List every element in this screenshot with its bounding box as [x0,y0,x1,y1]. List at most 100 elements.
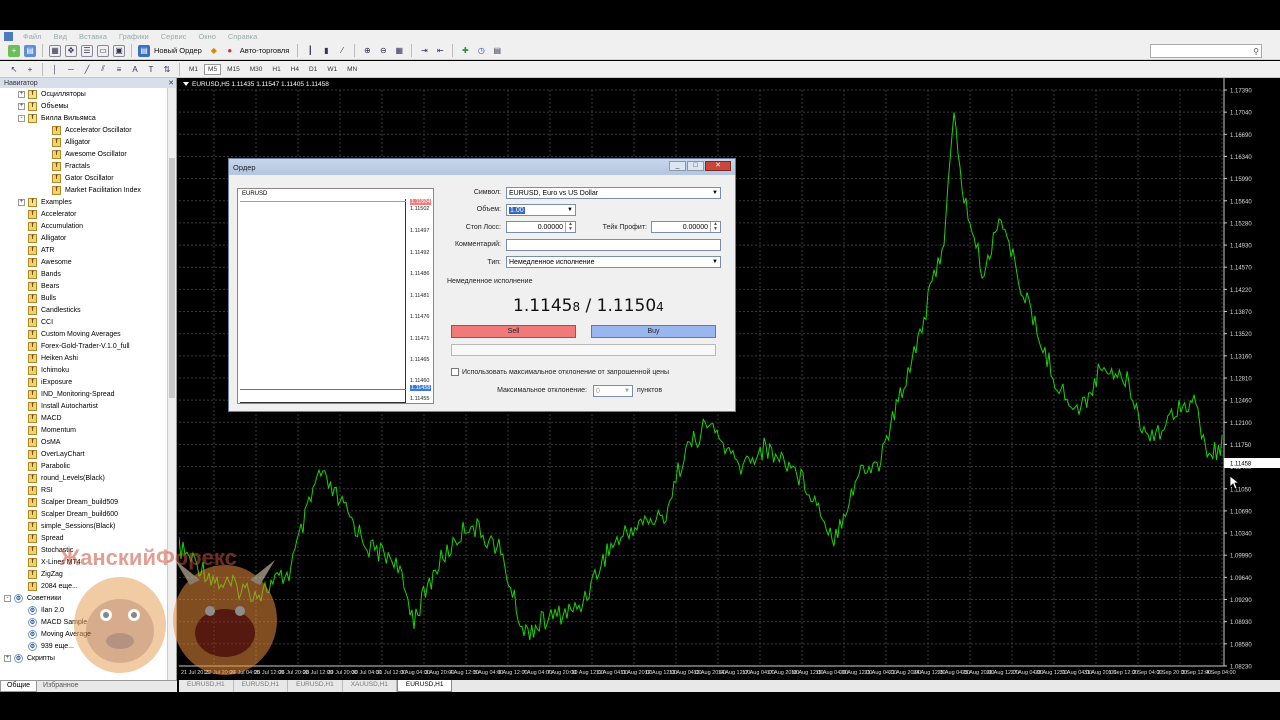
tab-favorites[interactable]: Избранное [37,681,84,692]
navigator-item[interactable]: f Accelerator Oscillator [0,124,168,136]
navigator-item[interactable]: f ZigZag [0,568,168,580]
navigator-item[interactable]: f 2084 еще... [0,580,168,592]
chart-shift-icon[interactable]: ⇤ [434,45,446,57]
sell-button[interactable]: Sell [451,325,576,338]
search-input[interactable]: ⚲ [1150,44,1262,58]
scrollbar-thumb[interactable] [169,158,175,398]
navigator-item[interactable]: f CCI [0,316,168,328]
periods-icon[interactable]: ◷ [475,45,487,57]
new-order-button[interactable]: Новый Ордер [154,46,202,55]
label-icon[interactable]: T [145,63,157,75]
arrows-icon[interactable]: ⇅ [161,63,173,75]
close-button[interactable]: ✕ [705,161,731,171]
cursor-icon[interactable]: ↖ [8,63,20,75]
tester-icon[interactable]: ▣ [113,44,125,57]
navigator-item[interactable]: f Candlesticks [0,304,168,316]
profiles-icon[interactable]: ▤ [24,44,36,57]
metaeditor-icon[interactable]: ◆ [208,45,220,57]
navigator-item[interactable]: f Forex-Gold-Trader-V.1.0_full [0,340,168,352]
menu-view[interactable]: Вид [53,32,67,41]
navigator-item[interactable]: f Heiken Ashi [0,352,168,364]
search-icon[interactable]: ⚲ [1253,47,1259,56]
fibonacci-icon[interactable]: ≡ [113,63,125,75]
navigator-item[interactable]: - f Билла Вильямса [0,112,168,124]
menu-insert[interactable]: Вставка [79,32,107,41]
navigator-item[interactable]: f Momentum [0,424,168,436]
expand-icon[interactable]: + [4,654,11,662]
collapse-icon[interactable]: - [18,114,25,122]
navigator-item[interactable]: f Parabolic [0,460,168,472]
navigator-item[interactable]: f RSI [0,484,168,496]
navigator-item[interactable]: f Spread [0,532,168,544]
channel-icon[interactable]: ⫽ [97,63,109,75]
navigator-item[interactable]: - ⚙ Советники [0,592,168,604]
minimize-button[interactable]: _ [669,161,686,171]
navigator-item[interactable]: f Bulls [0,292,168,304]
tf-w1[interactable]: W1 [323,64,341,75]
close-icon[interactable]: ✕ [168,79,174,87]
navigator-item[interactable]: f simple_Sessions(Black) [0,520,168,532]
chart-tab[interactable]: EURUSD,H1 [234,680,289,692]
menu-window[interactable]: Окно [198,32,215,41]
navigator-item[interactable]: f Alligator [0,232,168,244]
terminal-icon[interactable]: ▭ [97,44,109,57]
navigator-item[interactable]: f OverLayChart [0,448,168,460]
tf-m5[interactable]: M5 [204,63,222,75]
buy-button[interactable]: Buy [591,325,716,338]
navigator-item[interactable]: f iExposure [0,376,168,388]
crosshair-icon[interactable]: + [24,63,36,75]
collapse-icon[interactable]: - [4,594,11,602]
navigator-item[interactable]: ⚙ Moving Average [0,628,168,640]
navigator-item[interactable]: f Gator Oscillator [0,172,168,184]
chart-tab[interactable]: EURUSD,H1 [396,680,453,692]
navigator-item[interactable]: f Awesome [0,256,168,268]
spinner-icon[interactable]: ▲ ▼ [565,222,575,232]
navigator-item[interactable]: + f Объемы [0,100,168,112]
navigator-item[interactable]: ⚙ 939 еще... [0,640,168,652]
spinner-icon[interactable]: ▲ ▼ [710,222,720,232]
line-chart-icon[interactable]: ⁄ [336,45,348,57]
new-order-icon[interactable]: ▤ [138,44,150,57]
zoom-in-icon[interactable]: ⊕ [361,45,373,57]
bar-chart-icon[interactable]: ┃ [304,45,316,57]
indicators-icon[interactable]: ✚ [459,45,471,57]
navigator-item[interactable]: f Alligator [0,136,168,148]
navigator-item[interactable]: f Bears [0,280,168,292]
tab-common[interactable]: Общие [0,681,38,692]
maximize-button[interactable]: □ [687,161,704,171]
vertical-line-icon[interactable]: │ [49,63,61,75]
expand-icon[interactable]: + [18,198,25,206]
navigator-item[interactable]: f OsMA [0,436,168,448]
chart-tab[interactable]: EURUSD,H1 [179,680,234,692]
tf-m30[interactable]: M30 [246,64,267,75]
navigator-item[interactable]: f Market Facilitation Index [0,184,168,196]
navigator-item[interactable]: f Bands [0,268,168,280]
navigator-item[interactable]: f Accumulation [0,220,168,232]
chart-tab[interactable]: XAUUSD,H1 [343,680,397,692]
trendline-icon[interactable]: ╱ [81,63,93,75]
menu-tools[interactable]: Сервис [161,32,187,41]
navigator-item[interactable]: f Custom Moving Averages [0,328,168,340]
market-watch-icon[interactable]: ▦ [49,44,61,57]
navigator-item[interactable]: f Accelerator [0,208,168,220]
navigator-item[interactable]: f Install Autochartist [0,400,168,412]
navigator-item[interactable]: f Awesome Oscillator [0,148,168,160]
symbol-select[interactable]: EURUSD, Euro vs US Dollar ▼ [506,187,721,199]
expand-icon[interactable]: + [18,90,25,98]
navigator-item[interactable]: f Scalper Dream_build509 [0,496,168,508]
auto-trading-button[interactable]: Авто-торговля [240,46,290,55]
take-profit-input[interactable]: 0.00000 ▲ ▼ [651,221,721,233]
menu-file[interactable]: Файл [23,32,41,41]
tf-h4[interactable]: H4 [287,64,303,75]
navigator-item[interactable]: ⚙ MACD Sample [0,616,168,628]
stop-loss-input[interactable]: 0.00000 ▲ ▼ [506,221,576,233]
menu-charts[interactable]: Графики [119,32,149,41]
navigator-item[interactable]: f MACD [0,412,168,424]
horizontal-line-icon[interactable]: ─ [65,63,77,75]
text-icon[interactable]: A [129,63,141,75]
tf-d1[interactable]: D1 [305,64,321,75]
navigator-item[interactable]: f Scalper Dream_build600 [0,508,168,520]
order-type-select[interactable]: Немедленное исполнение ▼ [506,256,721,268]
tile-windows-icon[interactable]: ▦ [393,45,405,57]
navigator-item[interactable]: f round_Levels(Black) [0,472,168,484]
